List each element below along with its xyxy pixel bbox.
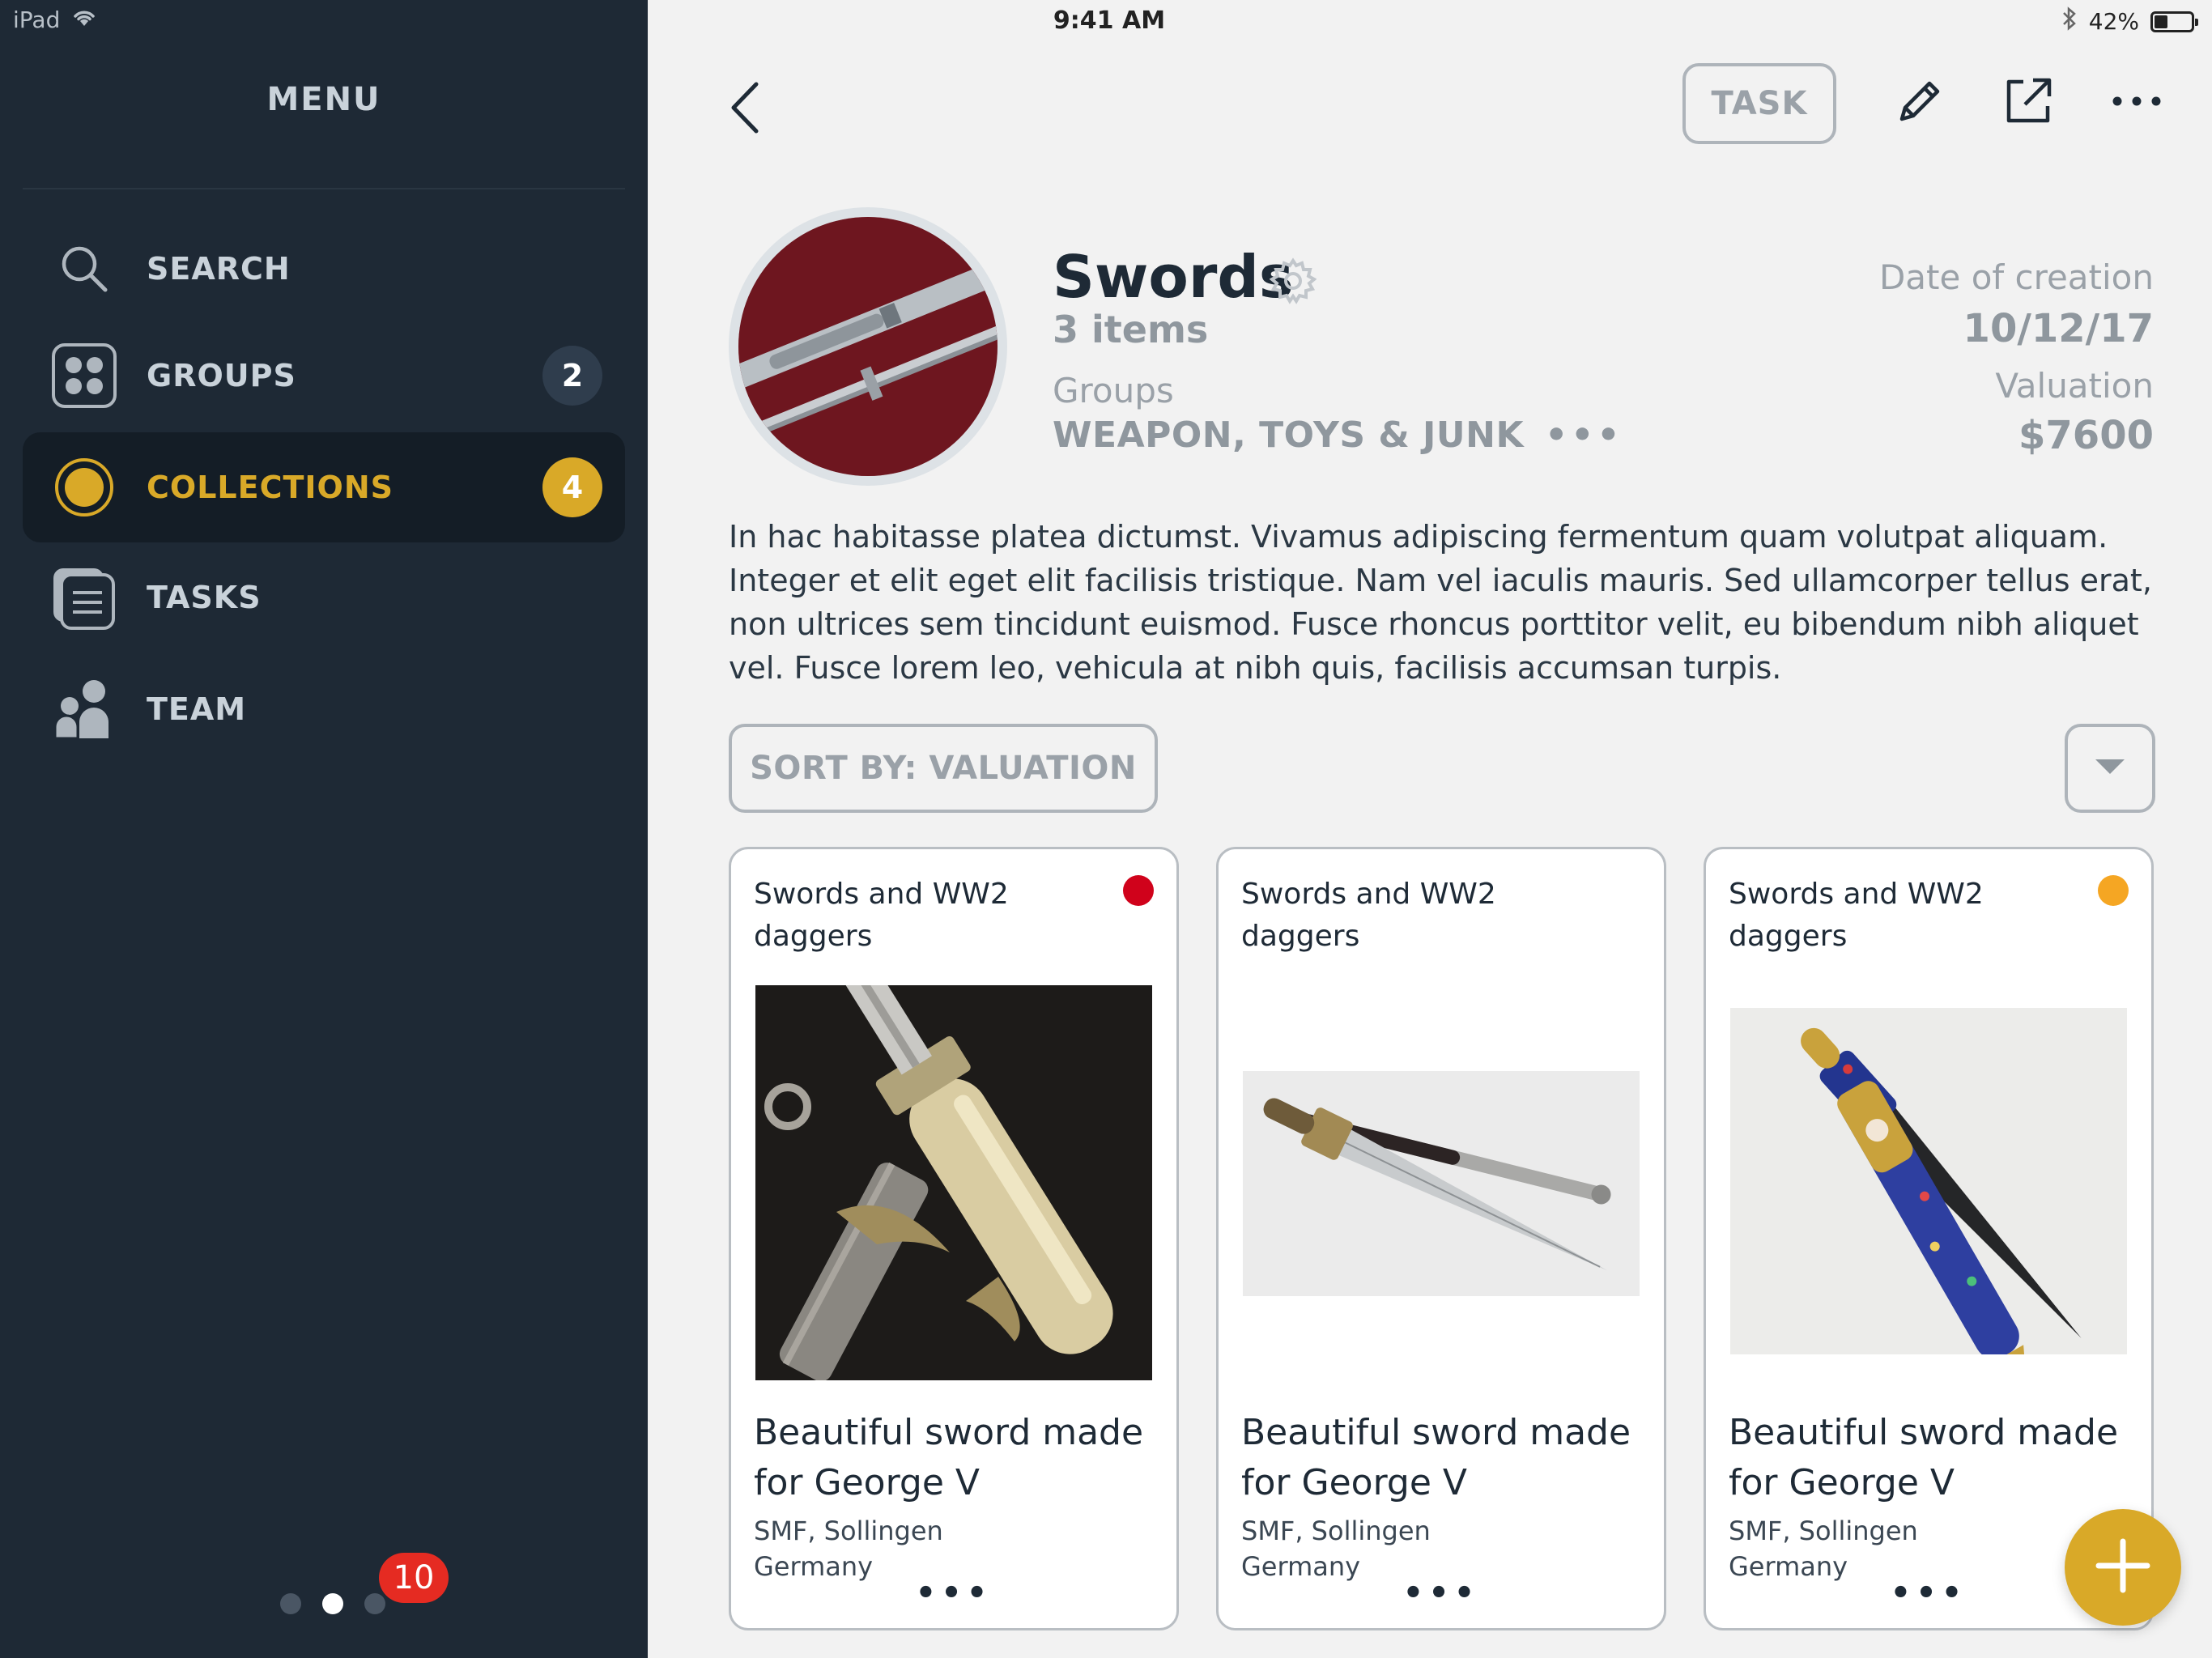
- bluetooth-icon: [2061, 6, 2078, 36]
- battery-icon: [2150, 11, 2198, 32]
- sidebar-item-label: TASKS: [147, 580, 262, 615]
- date-of-creation-label: Date of creation: [1878, 257, 2154, 297]
- sidebar-item-label: TEAM: [147, 691, 247, 727]
- sidebar-item-collections[interactable]: COLLECTIONS 4: [23, 432, 625, 542]
- groups-label: Groups: [1053, 371, 1174, 410]
- back-icon: [729, 81, 761, 138]
- item-card[interactable]: Swords and WW2 daggers Beautiful sword m…: [729, 847, 1179, 1630]
- valuation-value: $7600: [2018, 413, 2154, 458]
- page-indicator[interactable]: [280, 1593, 385, 1614]
- item-image: [1243, 1071, 1640, 1296]
- battery-percent: 42%: [2088, 8, 2139, 35]
- status-right: 42%: [2061, 6, 2198, 36]
- task-button[interactable]: TASK: [1682, 63, 1836, 144]
- groups-list: WEAPON, TOYS & JUNK: [1053, 414, 1525, 456]
- collection-description: In hac habitasse platea dictumst. Vivamu…: [729, 519, 2152, 686]
- page-dot[interactable]: [364, 1593, 385, 1614]
- device-name: iPad: [13, 6, 61, 33]
- wifi-icon: [71, 6, 97, 33]
- edit-button[interactable]: [1891, 74, 1948, 131]
- pencil-icon: [1894, 75, 1946, 130]
- collection-title: Swords: [1053, 243, 1294, 311]
- gear-icon[interactable]: [1269, 257, 1317, 304]
- groups-count-badge: 2: [542, 346, 602, 406]
- valuation-label: Valuation: [1995, 366, 2154, 406]
- date-of-creation-value: 10/12/17: [1963, 306, 2154, 351]
- chevron-down-icon: [2094, 758, 2126, 779]
- card-collection-title: Swords and WW2 daggers: [1241, 878, 1496, 953]
- sidebar-item-search[interactable]: SEARCH: [23, 214, 625, 324]
- team-icon: [52, 677, 117, 742]
- dropdown-button[interactable]: [2065, 724, 2155, 813]
- search-icon: [52, 236, 117, 301]
- item-card[interactable]: Swords and WW2 daggers Beautiful sword m…: [1704, 847, 2154, 1630]
- collection-image: [738, 217, 998, 476]
- groups-more-icon[interactable]: •••: [1545, 414, 1623, 456]
- sidebar-item-label: SEARCH: [147, 251, 291, 287]
- item-image: [755, 985, 1152, 1380]
- add-button[interactable]: [2065, 1509, 2181, 1626]
- date-label: Date of creation: [1879, 257, 2154, 297]
- groups-icon: [52, 343, 117, 408]
- item-name: Beautiful sword made for George V: [754, 1412, 1144, 1503]
- menu-divider: [23, 188, 625, 189]
- item-maker-line1: SMF, Sollingen: [1241, 1516, 1431, 1546]
- valuation-value-wrap: $7600: [2018, 413, 2154, 458]
- notification-badge[interactable]: 10: [379, 1553, 449, 1603]
- collection-avatar[interactable]: [729, 207, 1007, 486]
- date-value-wrap: 10/12/17: [1963, 306, 2154, 351]
- share-icon: [2002, 75, 2054, 130]
- battery-fill: [2155, 15, 2168, 28]
- card-collection-title: Swords and WW2 daggers: [754, 878, 1009, 953]
- item-count: 3 items: [1053, 308, 1209, 351]
- card-collection-title: Swords and WW2 daggers: [1729, 878, 1984, 953]
- more-icon: [2111, 95, 2163, 111]
- card-more-icon[interactable]: •••: [1219, 1575, 1664, 1612]
- menu-title: MENU: [266, 81, 381, 118]
- item-maker: SMF, Sollingen Germany: [1241, 1513, 1646, 1584]
- item-name: Beautiful sword made for George V: [1241, 1412, 1631, 1503]
- item-card[interactable]: Swords and WW2 daggers Beautiful sword m…: [1216, 847, 1666, 1630]
- item-maker: SMF, Sollingen Germany: [754, 1513, 1159, 1584]
- sort-button[interactable]: SORT BY: VALUATION: [729, 724, 1158, 813]
- collections-icon: [52, 455, 117, 520]
- item-maker-line1: SMF, Sollingen: [754, 1516, 943, 1546]
- sidebar-item-tasks[interactable]: TASKS: [23, 542, 625, 653]
- tasks-icon: [52, 565, 117, 630]
- item-name: Beautiful sword made for George V: [1729, 1412, 2119, 1503]
- groups-value[interactable]: WEAPON, TOYS & JUNK •••: [1053, 414, 1623, 456]
- sidebar-item-label: GROUPS: [147, 358, 296, 393]
- collections-count-badge: 4: [542, 457, 602, 517]
- page-dot[interactable]: [280, 1593, 301, 1614]
- valuation-label-wrap: Valuation: [1995, 366, 2154, 406]
- sidebar-item-groups[interactable]: GROUPS 2: [23, 321, 625, 431]
- plus-icon: [2095, 1538, 2150, 1596]
- share-button[interactable]: [2000, 74, 2057, 131]
- card-more-icon[interactable]: •••: [731, 1575, 1176, 1612]
- back-button[interactable]: [721, 77, 769, 142]
- item-image: [1730, 1008, 2127, 1354]
- sidebar-item-label: COLLECTIONS: [147, 470, 393, 505]
- status-left: iPad: [13, 6, 97, 33]
- more-button[interactable]: [2108, 74, 2165, 131]
- sidebar: iPad MENU SEARCH GROUPS 2 COLLECTIONS 4 …: [0, 0, 648, 1658]
- status-dot: [2098, 875, 2129, 906]
- sidebar-item-team[interactable]: TEAM: [23, 654, 625, 764]
- status-dot: [1123, 875, 1154, 906]
- status-time: 9:41 AM: [1053, 6, 1166, 35]
- page-dot-current[interactable]: [322, 1593, 343, 1614]
